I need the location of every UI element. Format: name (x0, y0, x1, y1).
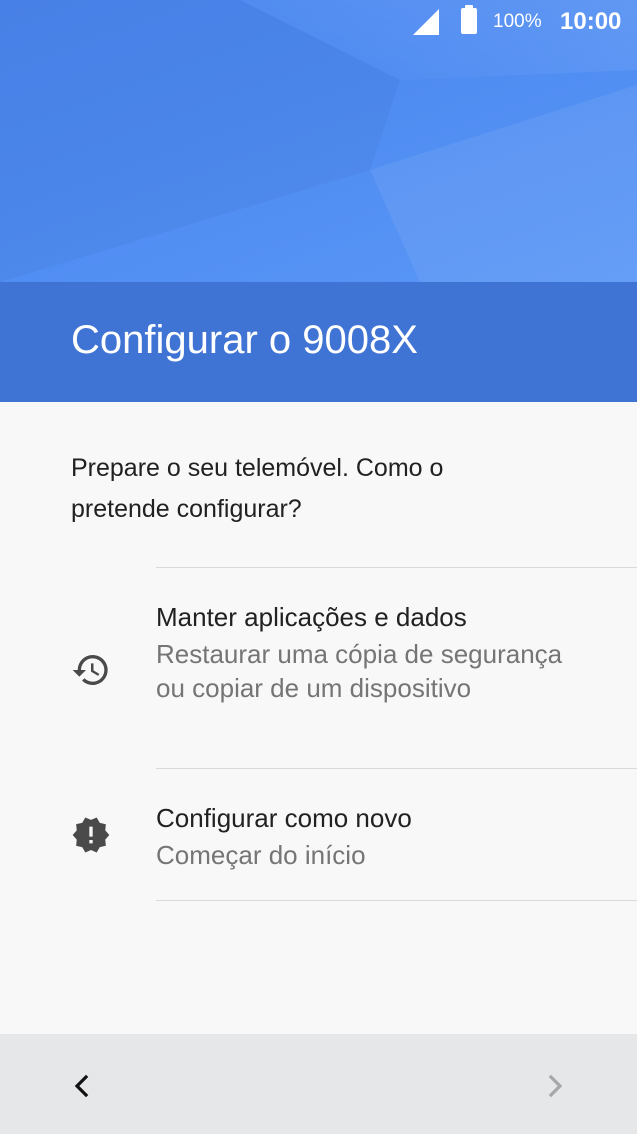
back-button[interactable] (59, 1064, 103, 1108)
signal-icon (413, 9, 439, 35)
option-description: Começar do início (156, 840, 366, 870)
history-restore-icon (72, 655, 108, 685)
title-bar: Configurar o 9008X (0, 282, 637, 402)
page-title: Configurar o 9008X (71, 318, 418, 362)
option-title: Configurar como novo (156, 803, 412, 833)
battery-full-icon (461, 5, 477, 34)
setup-content: Prepare o seu telemóvel. Como o pretende… (0, 402, 637, 1034)
option-set-up-as-new[interactable]: Configurar como novo Começar do início (0, 769, 637, 900)
clock: 10:00 (560, 8, 622, 35)
status-bar: 100% 10:00 (0, 0, 637, 46)
setup-prompt: Prepare o seu telemóvel. Como o pretende… (71, 454, 444, 523)
chevron-left-icon (74, 1074, 89, 1098)
option-title: Manter aplicações e dados (156, 602, 467, 632)
divider (156, 900, 637, 901)
option-description: Restaurar uma cópia de segurança ou copi… (156, 639, 563, 703)
navigation-bar (0, 1034, 637, 1134)
battery-percent: 100% (493, 11, 542, 32)
next-button[interactable] (534, 1064, 578, 1108)
new-badge-icon (72, 817, 110, 853)
option-keep-apps-and-data[interactable]: Manter aplicações e dados Restaurar uma … (0, 568, 637, 768)
chevron-right-icon (548, 1074, 563, 1098)
